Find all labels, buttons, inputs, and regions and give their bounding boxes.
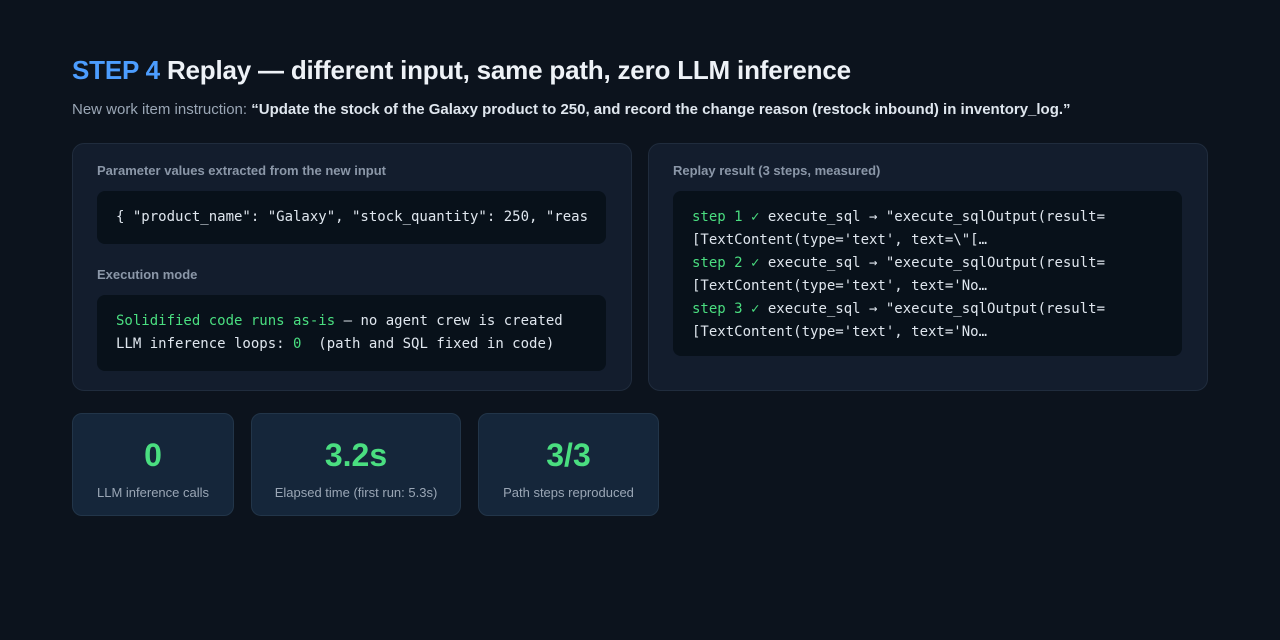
mode-code-block: Solidified code runs as-is — no agent cr… (97, 295, 606, 371)
stat-value: 0 (144, 437, 162, 473)
params-label: Parameter values extracted from the new … (97, 163, 386, 178)
mode-highlight: Solidified code runs as-is (116, 313, 336, 329)
stat-card-path-steps: 3/3 Path steps reproduced (478, 413, 659, 516)
stat-card-elapsed-time: 3.2s Elapsed time (first run: 5.3s) (251, 413, 461, 516)
step-label: STEP 4 (72, 55, 160, 85)
mode-line-1: Solidified code runs as-is — no agent cr… (116, 310, 606, 333)
step-3-status: step 3 ✓ (692, 301, 760, 317)
result-panel: Replay result (3 steps, measured) step 1… (648, 143, 1208, 391)
step-2-status: step 2 ✓ (692, 255, 760, 271)
stat-value: 3.2s (324, 437, 388, 473)
stat-label: Elapsed time (first run: 5.3s) (274, 485, 438, 500)
step-1-status: step 1 ✓ (692, 209, 760, 225)
stat-value: 3/3 (546, 437, 591, 473)
stat-card-llm-calls: 0 LLM inference calls (72, 413, 234, 516)
instruction-prefix: New work item instruction: (72, 101, 248, 118)
step-3-line-1: step 3 ✓ execute_sql → "execute_sqlOutpu… (692, 298, 1182, 321)
page-title: STEP 4 Replay — different input, same pa… (72, 54, 851, 86)
step-3-line-2: [TextContent(type='text', text='No… (692, 324, 988, 340)
mode-label: Execution mode (97, 267, 198, 282)
step-2-call: execute_sql → "execute_sqlOutput(result= (759, 255, 1106, 271)
params-code-block: { "product_name": "Galaxy", "stock_quant… (97, 191, 606, 244)
result-code-block: step 1 ✓ execute_sql → "execute_sqlOutpu… (673, 191, 1182, 356)
step-1-line-2: [TextContent(type='text', text=\"[… (692, 232, 988, 248)
instruction-quote: “Update the stock of the Galaxy product … (251, 101, 1071, 118)
result-label: Replay result (3 steps, measured) (673, 163, 881, 178)
step-2-line-2: [TextContent(type='text', text='No… (692, 278, 988, 294)
mode-line-1-rest: — no agent crew is created (335, 313, 563, 329)
mode-line-2-prefix: LLM inference loops: (116, 336, 294, 352)
mode-line-2-suffix: (path and SQL fixed in code) (301, 336, 555, 352)
step-1-call: execute_sql → "execute_sqlOutput(result= (759, 209, 1106, 225)
instruction-text: New work item instruction: “Update the s… (72, 100, 1071, 120)
input-panel: Parameter values extracted from the new … (72, 143, 632, 391)
stat-label: Path steps reproduced (503, 485, 634, 500)
title-text: Replay — different input, same path, zer… (166, 55, 851, 85)
step-1-line-1: step 1 ✓ execute_sql → "execute_sqlOutpu… (692, 206, 1182, 229)
params-code: { "product_name": "Galaxy", "stock_quant… (116, 209, 589, 225)
step-2-line-1: step 2 ✓ execute_sql → "execute_sqlOutpu… (692, 252, 1182, 275)
stat-label: LLM inference calls (97, 485, 209, 500)
mode-line-2: LLM inference loops: 0 (path and SQL fix… (116, 333, 606, 356)
step-3-call: execute_sql → "execute_sqlOutput(result= (759, 301, 1106, 317)
